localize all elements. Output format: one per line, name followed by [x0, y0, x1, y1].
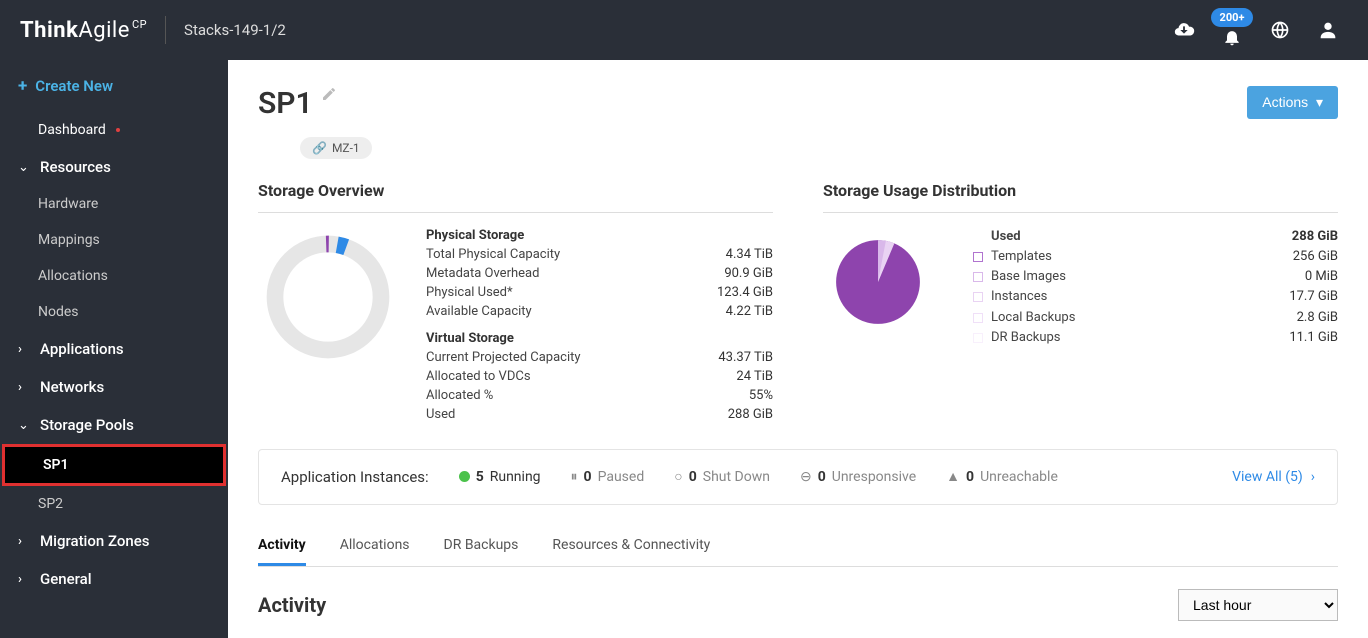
brand-bold: Think	[20, 18, 78, 43]
sidebar-section-migration-zones[interactable]: ›Migration Zones	[0, 522, 228, 560]
legend-swatch	[973, 333, 983, 343]
storage-overview-donut	[258, 227, 398, 367]
legend-swatch	[973, 252, 983, 262]
tab-activity[interactable]: Activity	[258, 527, 306, 566]
main-content: SP1 Actions ▾ 🔗MZ-1 Storage Overview	[228, 60, 1368, 638]
activity-title: Activity	[258, 593, 326, 617]
chevron-right-icon: ›	[18, 380, 30, 395]
time-filter-select[interactable]: Last hour	[1178, 589, 1338, 621]
link-icon: 🔗	[312, 141, 327, 155]
status-dot-green-icon	[459, 471, 470, 482]
sidebar: +Create New Dashboard ⌄Resources Hardwar…	[0, 60, 228, 638]
sidebar-item-sp2[interactable]: SP2	[0, 486, 228, 522]
sidebar-item-dashboard[interactable]: Dashboard	[0, 112, 228, 148]
mz-chip[interactable]: 🔗MZ-1	[300, 137, 372, 159]
chevron-down-icon: ⌄	[18, 160, 30, 175]
topbar-divider	[165, 16, 166, 44]
brand-logo: ThinkAgileCP	[20, 18, 147, 43]
topbar: ThinkAgileCP Stacks-149-1/2 200+	[0, 0, 1368, 60]
brand-suffix: CP	[132, 18, 147, 31]
chevron-right-icon: ›	[18, 342, 30, 357]
instances-label: Application Instances:	[281, 468, 429, 486]
circle-icon: ○	[674, 468, 682, 485]
storage-overview-title: Storage Overview	[258, 181, 773, 200]
globe-icon[interactable]	[1260, 10, 1300, 50]
chevron-right-icon: ›	[18, 534, 30, 549]
storage-overview-panel: Storage Overview Physical Storage Total …	[258, 181, 773, 425]
notifications-icon[interactable]: 200+	[1212, 10, 1252, 50]
sidebar-section-applications[interactable]: ›Applications	[0, 330, 228, 368]
physical-storage-heading: Physical Storage	[426, 228, 773, 243]
storage-usage-pie	[823, 227, 933, 337]
storage-usage-panel: Storage Usage Distribution Used288 GiB T…	[823, 181, 1338, 425]
instances-paused: ⏸0Paused	[571, 469, 645, 485]
tab-resources[interactable]: Resources & Connectivity	[552, 527, 710, 566]
sidebar-section-storage-pools[interactable]: ⌄Storage Pools	[0, 406, 228, 444]
create-new-button[interactable]: +Create New	[0, 60, 228, 112]
sidebar-item-hardware[interactable]: Hardware	[0, 186, 228, 222]
sidebar-item-mappings[interactable]: Mappings	[0, 222, 228, 258]
cloud-download-icon[interactable]	[1164, 10, 1204, 50]
sidebar-section-networks[interactable]: ›Networks	[0, 368, 228, 406]
highlight-box: SP1	[2, 444, 226, 486]
instances-shutdown: ○0Shut Down	[674, 468, 770, 485]
sidebar-item-nodes[interactable]: Nodes	[0, 294, 228, 330]
view-all-link[interactable]: View All (5)›	[1232, 469, 1315, 485]
pause-icon: ⏸	[571, 469, 578, 485]
notification-badge: 200+	[1211, 8, 1254, 27]
chevron-right-icon: ›	[1311, 469, 1315, 485]
sidebar-section-resources[interactable]: ⌄Resources	[0, 148, 228, 186]
actions-button[interactable]: Actions ▾	[1247, 86, 1338, 119]
edit-icon[interactable]	[321, 86, 337, 107]
instances-bar: Application Instances: 5Running ⏸0Paused…	[258, 449, 1338, 505]
tabs: Activity Allocations DR Backups Resource…	[258, 527, 1338, 567]
stack-name[interactable]: Stacks-149-1/2	[184, 21, 286, 39]
legend-swatch	[973, 313, 983, 323]
chevron-down-icon: ⌄	[18, 418, 30, 433]
instances-unreachable: ▲0Unreachable	[946, 468, 1058, 485]
sidebar-item-sp1[interactable]: SP1	[5, 447, 223, 483]
legend-swatch	[973, 272, 983, 282]
legend-swatch	[973, 292, 983, 302]
brand-rest: Agile	[78, 18, 130, 43]
minus-circle-icon: ⊖	[800, 469, 812, 485]
tab-allocations[interactable]: Allocations	[340, 527, 410, 566]
page-title: SP1	[258, 86, 313, 121]
virtual-storage-heading: Virtual Storage	[426, 331, 773, 346]
plus-icon: +	[18, 76, 27, 96]
storage-usage-title: Storage Usage Distribution	[823, 181, 1338, 200]
warning-icon: ▲	[946, 468, 960, 485]
tab-dr-backups[interactable]: DR Backups	[444, 527, 519, 566]
instances-running: 5Running	[459, 469, 541, 485]
sidebar-item-allocations[interactable]: Allocations	[0, 258, 228, 294]
alert-dot-icon	[116, 128, 120, 132]
instances-unresponsive: ⊖0Unresponsive	[800, 469, 916, 485]
user-icon[interactable]	[1308, 10, 1348, 50]
sidebar-section-general[interactable]: ›General	[0, 560, 228, 598]
chevron-right-icon: ›	[18, 572, 30, 587]
